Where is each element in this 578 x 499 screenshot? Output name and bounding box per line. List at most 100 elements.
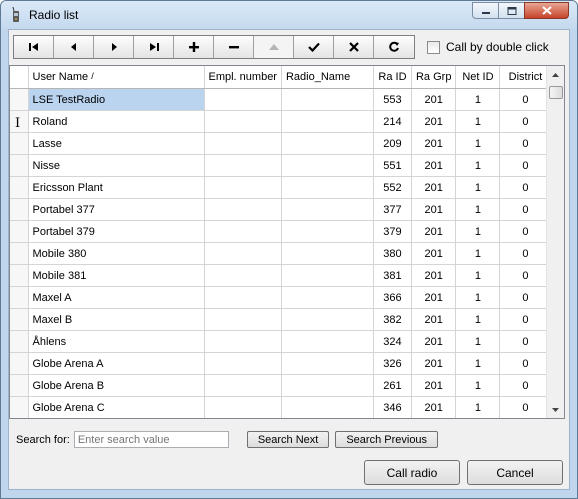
cell-user-name[interactable]: Globe Arena C [28, 396, 205, 418]
cell-ra-grp[interactable]: 201 [411, 198, 457, 221]
cell-net-id[interactable]: 1 [455, 110, 501, 133]
cell-ra-grp[interactable]: 201 [411, 176, 457, 199]
cell-ra-grp[interactable]: 201 [411, 352, 457, 375]
cell-radio-name[interactable] [281, 220, 374, 243]
cancel-edit-button[interactable] [334, 36, 374, 58]
cell-ra-grp[interactable]: 201 [411, 220, 457, 243]
search-input[interactable] [73, 431, 229, 448]
cell-ra-grp[interactable]: 201 [411, 110, 457, 133]
cell-user-name[interactable]: Portabel 379 [28, 220, 205, 243]
cell-district[interactable]: 0 [499, 154, 552, 177]
cell-district[interactable]: 0 [499, 242, 552, 265]
call-by-double-click-option[interactable]: Call by double click [427, 40, 549, 54]
row-indicator[interactable] [10, 396, 29, 418]
cell-empl-number[interactable] [204, 264, 282, 287]
cell-empl-number[interactable] [204, 110, 282, 133]
cell-district[interactable]: 0 [499, 374, 552, 397]
radio-grid[interactable]: User Name / Empl. number Radio_Name Ra I… [9, 65, 565, 419]
cell-ra-id[interactable]: 382 [373, 308, 412, 331]
cell-district[interactable]: 0 [499, 220, 552, 243]
row-indicator[interactable] [10, 330, 29, 353]
next-record-button[interactable] [94, 36, 134, 58]
cell-user-name[interactable]: Globe Arena B [28, 374, 205, 397]
cell-ra-id[interactable]: 346 [373, 396, 412, 418]
row-indicator[interactable] [10, 220, 29, 243]
cell-radio-name[interactable] [281, 198, 374, 221]
cell-district[interactable]: 0 [499, 264, 552, 287]
cell-user-name[interactable]: LSE TestRadio [28, 88, 205, 111]
column-header-net-id[interactable]: Net ID [455, 66, 501, 89]
maximize-button[interactable] [498, 2, 525, 19]
cell-ra-grp[interactable]: 201 [411, 308, 457, 331]
cell-net-id[interactable]: 1 [456, 419, 500, 420]
row-indicator[interactable] [10, 242, 29, 265]
cell-radio-name[interactable] [281, 352, 374, 375]
table-row[interactable]: Maxel A 366 201 1 0 [10, 286, 552, 309]
table-row[interactable]: Globe Arena C 346 201 1 0 [10, 396, 552, 418]
cell-empl-number[interactable] [204, 176, 282, 199]
cell-user-name[interactable]: Åhlens [28, 330, 205, 353]
cell-user-name[interactable]: Mobile 381 [28, 264, 205, 287]
cell-radio-name[interactable] [281, 176, 374, 199]
cell-ra-id[interactable]: 381 [373, 264, 412, 287]
cell-district[interactable]: 0 [499, 110, 552, 133]
cell-user-name[interactable] [28, 419, 204, 420]
cell-ra-id[interactable]: 380 [373, 242, 412, 265]
cell-ra-id[interactable]: 209 [373, 132, 412, 155]
cell-ra-id[interactable]: 553 [373, 88, 412, 111]
row-indicator[interactable] [10, 352, 29, 375]
table-row[interactable]: Lasse 209 201 1 0 [10, 132, 552, 155]
cell-ra-id[interactable]: 379 [373, 220, 412, 243]
cell-empl-number[interactable] [204, 242, 282, 265]
cell-user-name[interactable]: Globe Arena A [28, 352, 205, 375]
call-by-double-click-checkbox[interactable] [427, 40, 440, 54]
cell-ra-grp[interactable]: 201 [411, 264, 457, 287]
table-row[interactable]: Portabel 379 379 201 1 0 [10, 220, 552, 243]
row-indicator[interactable] [10, 176, 29, 199]
scroll-thumb[interactable] [549, 86, 563, 99]
table-row[interactable]: Ericsson Plant 552 201 1 0 [10, 176, 552, 199]
cell-radio-name[interactable] [281, 88, 374, 111]
cell-user-name[interactable]: Maxel A [28, 286, 205, 309]
cell-ra-grp[interactable]: 201 [411, 154, 457, 177]
cell-ra-grp[interactable]: 201 [411, 88, 457, 111]
column-header-empl-number[interactable]: Empl. number [204, 66, 282, 89]
cell-district[interactable]: 0 [499, 330, 552, 353]
column-header-district[interactable]: District [499, 66, 552, 89]
cell-ra-id[interactable]: 552 [373, 176, 412, 199]
table-row[interactable]: Roland 214 201 1 0 [10, 110, 552, 133]
post-edit-button[interactable] [294, 36, 334, 58]
title-bar[interactable]: Radio list [1, 1, 577, 29]
search-next-button[interactable]: Search Next [246, 431, 330, 448]
cell-district[interactable]: 0 [499, 88, 552, 111]
cell-net-id[interactable]: 1 [455, 198, 501, 221]
first-record-button[interactable] [14, 36, 54, 58]
cell-radio-name[interactable] [281, 330, 374, 353]
scroll-up-button[interactable] [547, 66, 564, 83]
table-row[interactable]: Mobile 381 381 201 1 0 [10, 264, 552, 287]
cell-empl-number[interactable] [204, 220, 282, 243]
cell-district[interactable]: 0 [499, 308, 552, 331]
cell-district[interactable]: 0 [499, 198, 552, 221]
row-indicator[interactable] [10, 154, 29, 177]
scroll-down-button[interactable] [547, 401, 564, 418]
insert-record-button[interactable] [174, 36, 214, 58]
cell-net-id[interactable]: 1 [455, 176, 501, 199]
cell-user-name[interactable]: Ericsson Plant [28, 176, 205, 199]
cell-empl-number[interactable] [204, 198, 282, 221]
refresh-data-button[interactable] [374, 36, 414, 58]
column-header-ra-grp[interactable]: Ra Grp [411, 66, 457, 89]
cell-net-id[interactable]: 1 [455, 396, 501, 418]
row-indicator[interactable] [10, 286, 29, 309]
cell-user-name[interactable]: Lasse [28, 132, 205, 155]
cell-radio-name[interactable] [281, 264, 374, 287]
table-row[interactable]: Globe Arena A 326 201 1 0 [10, 352, 552, 375]
cell-net-id[interactable]: 1 [455, 88, 501, 111]
edit-record-button[interactable] [254, 36, 294, 58]
cell-net-id[interactable]: 1 [455, 242, 501, 265]
cell-net-id[interactable]: 1 [455, 132, 501, 155]
column-header-user-name[interactable]: User Name / [28, 66, 205, 89]
cell-radio-name[interactable] [281, 242, 374, 265]
cell-user-name[interactable]: Roland [28, 110, 205, 133]
cell-empl-number[interactable] [204, 286, 282, 309]
